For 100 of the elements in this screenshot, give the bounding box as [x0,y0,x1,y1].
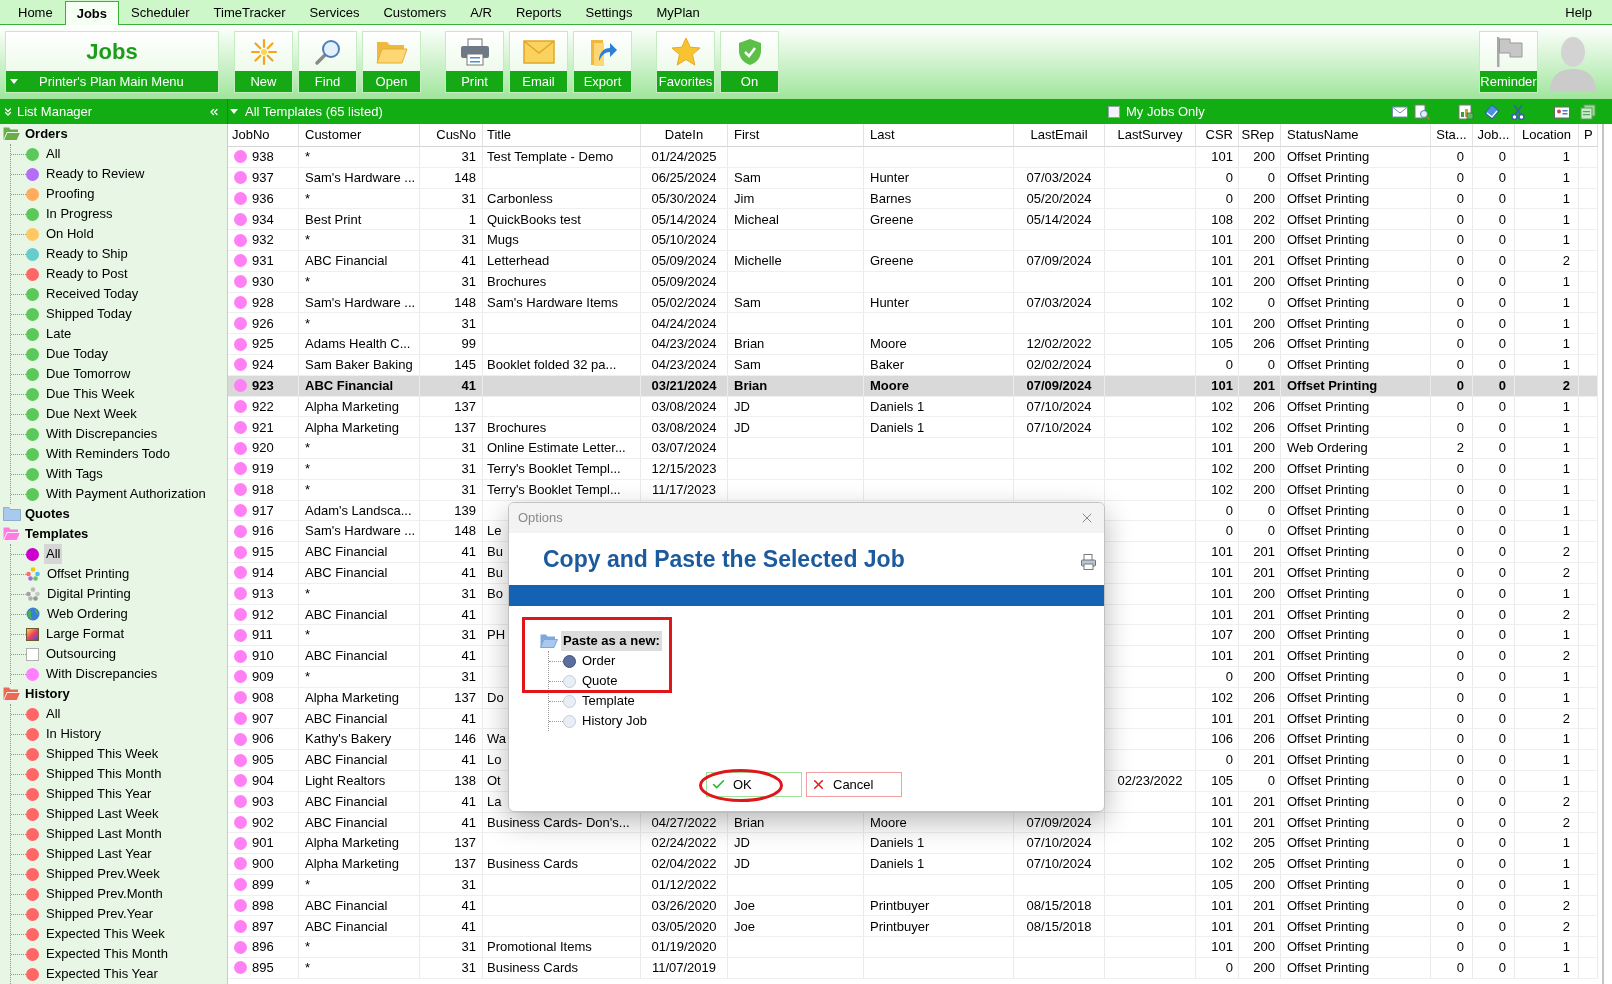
column-header[interactable]: SRep [1239,124,1281,146]
tree-group-label[interactable]: Quotes [23,504,72,524]
tree-item[interactable]: Digital Printing [45,584,133,604]
table-row[interactable]: 924 Sam Baker Baking 145 Booklet folded 32 pa... 04/23/2024 Sam Baker 02/02/2024 0 0 Offset Printing 0 0 1 [228,354,1598,376]
menu-tab[interactable]: Jobs [64,1,120,25]
tree-item[interactable]: Outsourcing [44,644,119,664]
table-row[interactable]: 923 ABC Financial 41 03/21/2024 Brian Moore 07/09/2024 101 201 Offset Printing 0 0 2 [228,375,1598,397]
radio-option[interactable]: Order [563,651,616,671]
tree-group-label[interactable]: Orders [23,124,70,144]
tree-item[interactable]: With Tags [44,464,105,484]
tree-item[interactable]: Due Today [44,344,110,364]
table-row[interactable]: 895 * 31 Business Cards 11/07/2019 0 200 Offset Printing 0 0 1 [228,958,1598,979]
column-header[interactable]: Title [483,124,641,146]
document-chart-icon[interactable] [1458,103,1474,120]
menu-tab[interactable]: A/R [458,1,504,24]
tree-item[interactable]: Ready to Ship [44,244,130,264]
tree-item[interactable]: Shipped This Week [44,744,161,764]
tree-item[interactable]: Ready to Post [44,264,130,284]
documents-icon[interactable] [1580,103,1596,120]
tree-item[interactable]: Shipped Prev.Year [44,904,155,924]
menu-tab[interactable]: Services [297,1,372,24]
table-row[interactable]: 925 Adams Health C... 99 04/23/2024 Brian Moore 12/02/2022 105 206 Offset Printing 0 0 1 [228,334,1598,355]
menu-tab[interactable]: TimeTracker [201,1,298,24]
table-row[interactable]: 932 * 31 Mugs 05/10/2024 101 200 Offset Printing 0 0 1 [228,230,1598,251]
column-header[interactable]: LastEmail [1014,124,1105,146]
card-icon[interactable] [1554,103,1570,120]
help-menu[interactable]: Help [1565,1,1592,24]
table-row[interactable]: 920 * 31 Online Estimate Letter... 03/07/2024 101 200 Web Ordering 2 0 1 [228,438,1598,459]
tree-item[interactable]: All [44,144,63,164]
tree-item[interactable]: In Progress [44,204,115,224]
tree-item[interactable]: Shipped This Month [44,764,164,784]
tree-label[interactable]: Paste as a new: [561,631,662,651]
tree-item[interactable]: All [44,704,63,724]
tree-item[interactable]: Shipped Today [44,304,134,324]
tree-item[interactable]: Expected This Year [44,964,160,984]
tree-item[interactable]: Shipped Last Year [44,844,154,864]
table-row[interactable]: 900 Alpha Marketing 137 Business Cards 02/04/2022 JD Daniels 1 07/10/2024 102 205 Offset Printing 0 0 1 [228,854,1598,875]
table-row[interactable]: 899 * 31 01/12/2022 105 200 Offset Printing 0 0 1 [228,874,1598,896]
tree-item[interactable]: With Reminders Todo [44,444,173,464]
table-row[interactable]: 918 * 31 Terry's Booklet Templ... 11/17/2023 102 200 Offset Printing 0 0 1 [228,479,1598,501]
double-chevron-down-icon[interactable] [2,105,14,118]
tree-item[interactable]: Offset Printing [45,564,132,584]
column-header[interactable]: Customer [299,124,420,146]
table-row[interactable]: 921 Alpha Marketing 137 Brochures 03/08/2024 JD Daniels 1 07/10/2024 102 206 Offset Printing 0 0 1 [228,417,1598,439]
table-row[interactable]: 934 Best Print 1 QuickBooks test 05/14/2024 Micheal Greene 05/14/2024 108 202 Offset Printing 0 0 1 [228,209,1598,231]
tree-item[interactable]: Due Next Week [44,404,139,424]
menu-tab[interactable]: Settings [573,1,645,24]
table-row[interactable]: 937 Sam's Hardware ... 148 06/25/2024 Sam Hunter 07/03/2024 0 0 Offset Printing 0 0 1 [228,167,1598,189]
tree-item[interactable]: Proofing [44,184,97,204]
radio-option[interactable]: Template [563,691,635,711]
column-header[interactable]: First [728,124,864,146]
tree-item[interactable]: Shipped Last Month [44,824,164,844]
mail-icon[interactable] [1392,103,1408,120]
menu-tab[interactable]: Reports [503,1,574,24]
tree-item[interactable]: Shipped Prev.Week [44,864,162,884]
column-header[interactable]: LastSurvey [1105,124,1196,146]
tree-item[interactable]: With Discrepancies [44,424,160,444]
table-row[interactable]: 930 * 31 Brochures 05/09/2024 101 200 Offset Printing 0 0 1 [228,271,1598,293]
table-row[interactable]: 919 * 31 Terry's Booklet Templ... 12/15/2023 102 200 Offset Printing 0 0 1 [228,458,1598,480]
tree-item[interactable]: Large Format [44,624,127,644]
column-header[interactable]: Last [864,124,1014,146]
tree-item[interactable]: On Hold [44,224,96,244]
tree-item[interactable]: Shipped This Year [44,784,154,804]
menu-tab[interactable]: Scheduler [119,1,202,24]
cancel-button[interactable]: Cancel [806,772,902,797]
document-search-icon[interactable] [1414,103,1430,120]
menu-tab[interactable]: MyPlan [644,1,712,24]
table-row[interactable]: 897 ABC Financial 41 03/05/2020 Joe Printbuyer 08/15/2018 101 201 Offset Printing 0 0 2 [228,916,1598,938]
radio-option[interactable]: History Job [563,711,648,731]
tree-item[interactable]: Ready to Review [44,164,147,184]
tree-item[interactable]: In History [44,724,103,744]
column-header[interactable]: Job... [1473,124,1515,146]
tree-item[interactable]: Web Ordering [45,604,130,624]
column-header[interactable]: Sta... [1431,124,1473,146]
tree-group-label[interactable]: History [23,684,72,704]
tree-item[interactable]: Due Tomorrow [44,364,133,384]
column-header[interactable]: P [1579,124,1598,146]
table-row[interactable]: 931 ABC Financial 41 Letterhead 05/09/2024 Michelle Greene 07/09/2024 101 201 Offset Printing 0 0 2 [228,251,1598,272]
column-header[interactable]: Location [1515,124,1579,146]
tree-item[interactable]: Received Today [44,284,141,304]
tree-item[interactable]: Shipped Last Week [44,804,161,824]
table-row[interactable]: 902 ABC Financial 41 Business Cards- Don's... 04/27/2022 Brian Moore 07/09/2024 101 201 Offset Printing 0 0 2 [228,812,1598,834]
table-row[interactable]: 901 Alpha Marketing 137 02/24/2022 JD Daniels 1 07/10/2024 102 205 Offset Printing 0 0 1 [228,833,1598,855]
table-row[interactable]: 936 * 31 Carbonless 05/30/2024 Jim Barnes 05/20/2024 0 200 Offset Printing 0 0 1 [228,188,1598,210]
printer-icon[interactable] [1081,554,1096,570]
table-row[interactable]: 928 Sam's Hardware ... 148 Sam's Hardware Items 05/02/2024 Sam Hunter 07/03/2024 102 0 Offset Printing 0 0 1 [228,292,1598,314]
tree-item[interactable]: Expected This Week [44,924,167,944]
tree-item[interactable]: Shipped Prev.Month [44,884,165,904]
tree-item[interactable]: Due This Week [44,384,137,404]
table-row[interactable]: 926 * 31 04/24/2024 101 200 Offset Printing 0 0 1 [228,313,1598,335]
diamond-icon[interactable] [1484,103,1500,120]
column-header[interactable]: DateIn [641,124,728,146]
table-row[interactable]: 938 * 31 Test Template - Demo 01/24/2025 101 200 Offset Printing 0 0 1 [228,147,1598,168]
column-header[interactable]: StatusName [1281,124,1431,146]
column-header[interactable]: JobNo [228,124,299,146]
column-header[interactable]: CusNo [420,124,483,146]
table-row[interactable]: 896 * 31 Promotional Items 01/19/2020 101 200 Offset Printing 0 0 1 [228,937,1598,959]
tree-item[interactable]: All [44,544,63,564]
menu-tab[interactable]: Home [6,1,65,24]
tree-item[interactable]: Late [44,324,74,344]
